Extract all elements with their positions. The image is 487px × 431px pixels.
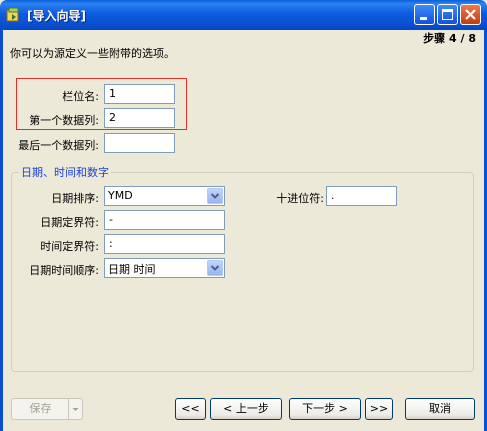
close-icon <box>465 9 476 20</box>
minimize-button[interactable] <box>414 4 435 25</box>
datetime-order-label: 日期时间顺序: <box>29 264 99 277</box>
save-button-label: 保存 <box>29 402 52 415</box>
chevron-down-icon <box>210 193 220 199</box>
date-order-value: YMD <box>108 189 133 202</box>
first-data-row-label: 第一个数据列: <box>29 114 99 127</box>
last-step-button[interactable]: >> <box>365 398 393 420</box>
window-title: [导入向导] <box>27 9 86 23</box>
decimal-symbol-label: 十进位符: <box>276 192 324 205</box>
close-button[interactable] <box>460 4 481 25</box>
save-dropdown[interactable] <box>68 399 82 419</box>
next-button[interactable]: 下一步 > <box>289 398 361 420</box>
decimal-symbol-input[interactable]: . <box>326 186 397 206</box>
app-icon <box>6 7 19 22</box>
maximize-button[interactable] <box>437 4 458 25</box>
maximize-icon <box>442 9 453 20</box>
cancel-button[interactable]: 取消 <box>405 398 475 420</box>
datetime-order-value: 日期 时间 <box>108 263 156 276</box>
date-delimiter-input[interactable]: - <box>104 210 225 230</box>
date-delimiter-label: 日期定界符: <box>40 216 99 229</box>
dropdown-button[interactable] <box>207 188 223 204</box>
previous-button[interactable]: < 上一步 <box>210 398 282 420</box>
minimize-icon <box>420 17 427 20</box>
first-step-button[interactable]: << <box>175 398 206 420</box>
time-delimiter-input[interactable]: : <box>104 234 225 254</box>
first-data-row-input[interactable]: 2 <box>104 108 175 128</box>
field-name-label: 栏位名: <box>62 90 99 103</box>
date-order-label: 日期排序: <box>51 192 99 205</box>
last-data-row-label: 最后一个数据列: <box>18 139 99 152</box>
save-button[interactable]: 保存 <box>11 398 83 420</box>
dropdown-button[interactable] <box>207 260 223 276</box>
date-order-select[interactable]: YMD <box>104 186 225 206</box>
last-data-row-input[interactable] <box>104 133 175 153</box>
time-delimiter-label: 时间定界符: <box>40 240 99 253</box>
page-description: 你可以为源定义一些附带的选项。 <box>10 47 175 60</box>
datetime-order-select[interactable]: 日期 时间 <box>104 258 225 278</box>
datetime-group-legend: 日期、时间和数字 <box>19 164 111 180</box>
step-indicator: 步骤 4 / 8 <box>423 32 476 45</box>
window-frame-left <box>0 30 3 431</box>
chevron-down-icon <box>210 265 220 271</box>
field-name-input[interactable]: 1 <box>104 84 175 104</box>
title-bar[interactable]: [导入向导] <box>0 0 487 30</box>
chevron-down-icon <box>72 408 79 411</box>
